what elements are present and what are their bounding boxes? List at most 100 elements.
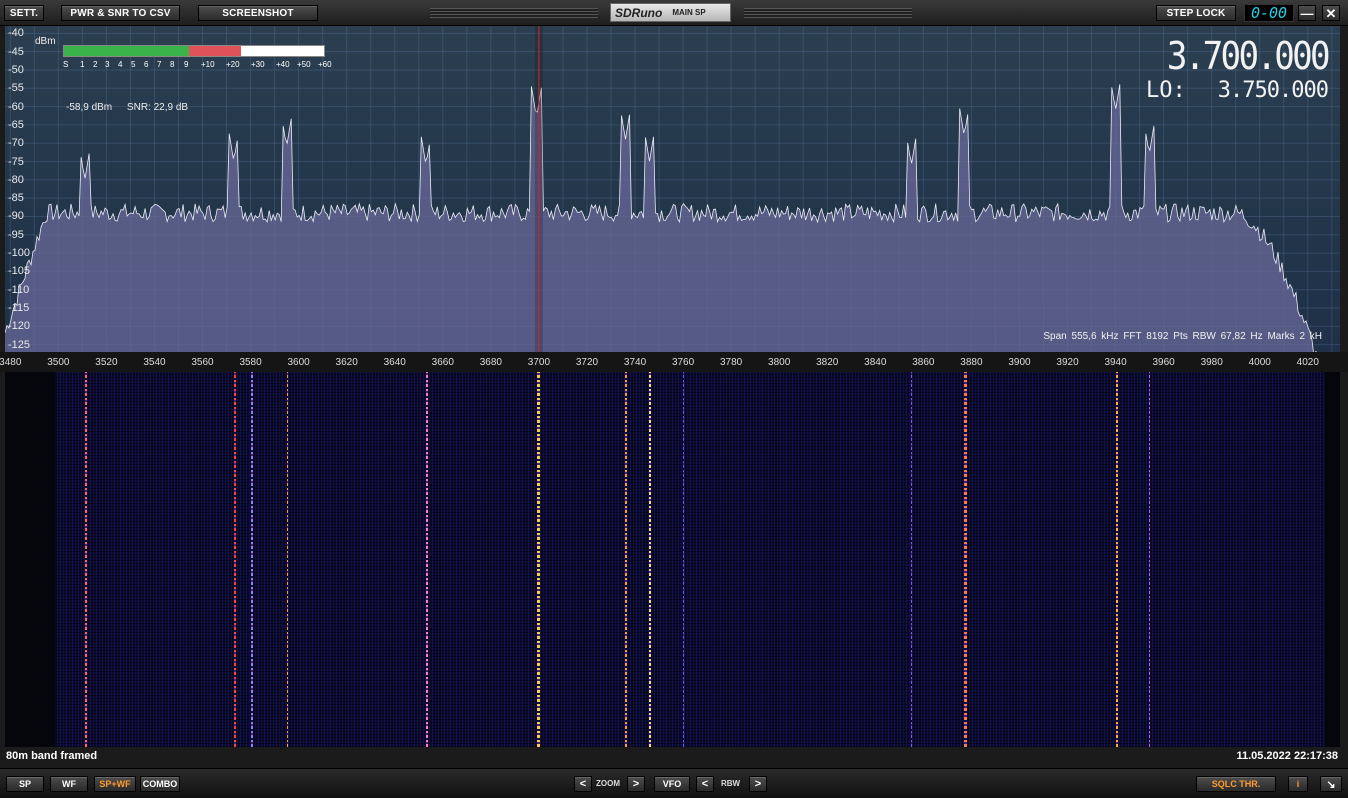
rbw-info: RBW 67,82 Hz [1192,331,1263,342]
waterfall-caption: 80m band framed [6,750,98,762]
db-tick-label: -60 [8,100,24,113]
lo-frequency[interactable]: 3.750.000 [1218,78,1329,103]
s-meter-scale-label: +10 [201,60,215,69]
waterfall-rows [55,372,1325,747]
waterfall-signal-trace [250,372,253,747]
squelch-threshold-button[interactable]: SQLC THR. [1196,776,1276,792]
sp-mode-button[interactable]: SP [6,776,44,792]
freq-tick-label: 3860 [912,357,935,368]
db-tick-label: -70 [8,137,24,150]
info-icon[interactable]: i [1288,776,1308,792]
span-info: Span 555,6 kHz [1043,331,1119,342]
s-meter-scale-label: 4 [118,60,123,69]
s-meter-scale-label: +60 [318,60,332,69]
s-meter-scale-label: 8 [170,60,175,69]
waterfall-panel[interactable] [5,372,1340,747]
spectrum-info: Span 555,6 kHz FFT 8192 Pts RBW 67,82 Hz… [1043,331,1322,342]
spectrum-plot[interactable] [5,26,1340,352]
db-tick-label: -105 [8,265,31,278]
freq-tick-label: 3740 [623,357,647,368]
db-tick-label: -100 [8,247,31,260]
s-meter-scale: S 1 2 3 4 5 6 7 8 9 +10 +20 +30 +40 +50 +60 [63,60,333,70]
db-tick-label: -65 [8,118,24,131]
freq-tick-label: 3800 [768,357,791,368]
step-lock-button[interactable]: STEP LOCK [1156,5,1236,21]
freq-tick-label: 3500 [47,357,70,368]
freq-tick-label: 3900 [1008,357,1031,368]
waterfall-signal-trace [964,372,968,747]
waterfall-timestamp: 11.05.2022 22:17:38 [1236,750,1338,762]
waterfall-signal-trace [1149,372,1151,747]
s-meter-scale-label: +30 [251,60,265,69]
title-grip-right[interactable] [744,8,912,18]
waterfall-signal-trace [683,372,685,747]
wf-mode-button[interactable]: WF [50,776,88,792]
db-unit-label: dBm [35,36,56,47]
freq-tick-label: 3620 [335,357,358,368]
db-tick-label: -125 [8,338,31,351]
db-tick-label: -90 [8,210,24,223]
freq-tick-label: 3720 [575,357,599,368]
zoom-out-button[interactable]: < [574,776,592,792]
waterfall-signal-trace [286,372,288,747]
rbw-label: RBW [721,779,741,788]
minimize-icon[interactable]: — [1298,5,1316,21]
sp-wf-mode-button[interactable]: SP+WF [94,776,136,792]
combo-mode-button[interactable]: COMBO [140,776,180,792]
freq-tick-label: 4000 [1248,357,1271,368]
vfo-frequency[interactable]: 3.700.000 [1167,34,1331,78]
zoom-label: ZOOM [596,779,620,788]
fft-info: FFT 8192 Pts [1123,331,1188,342]
s-meter-green-bar [64,46,189,56]
title-grip-left[interactable] [430,8,598,18]
rbw-up-button[interactable]: > [749,776,767,792]
db-axis: -40 -45 -50 -55 -60 -65 -70 -75 -80 -85 -90 -95 -100… [0,26,40,352]
db-tick-label: -55 [8,82,24,95]
db-tick-label: -40 [8,27,24,40]
vfo-button[interactable]: VFO [654,776,690,792]
db-tick-label: -115 [8,302,30,315]
freq-tick-label: 3980 [1200,357,1223,368]
db-tick-label: -75 [8,155,24,168]
time-display: 0-00 [1244,4,1294,22]
s-meter-scale-label: +20 [226,60,240,69]
waterfall-signal-trace [911,372,913,747]
s-meter-scale-label: 5 [131,60,136,69]
waterfall-signal-trace [649,372,652,747]
waterfall-signal-trace [233,372,236,747]
power-value: -58,9 dBm [66,102,113,113]
close-icon[interactable]: ✕ [1322,5,1340,21]
app-name: SDRuno [615,5,663,20]
screenshot-button[interactable]: SCREENSHOT [198,5,318,21]
s-meter-scale-label: +40 [276,60,290,69]
waterfall-signal-trace [1115,372,1118,747]
s-meter-scale-label: 7 [157,60,162,69]
freq-tick-label: 3660 [431,357,454,368]
power-readout: -58,9 dBm SNR: 22,9 dB [66,102,200,113]
pwr-snr-csv-button[interactable]: PWR & SNR TO CSV [61,5,180,21]
freq-tick-label: 3600 [287,357,310,368]
freq-tick-label: 3480 [0,357,22,368]
freq-tick-label: 3940 [1104,357,1127,368]
bottom-toolbar: SP WF SP+WF COMBO < ZOOM > VFO < RBW > S… [0,768,1348,798]
snr-value: SNR: 22,9 dB [126,102,189,113]
s-meter-scale-label: S [63,60,69,69]
freq-tick-label: 3760 [671,357,695,368]
frequency-axis: 3480 3500 3520 3540 3560 3580 3600 3620 3640 3660… [0,352,1348,372]
freq-tick-label: 3880 [960,357,983,368]
settings-button[interactable]: SETT. [4,5,44,21]
freq-tick-label: 3840 [864,357,887,368]
freq-tick-label: 3540 [143,357,166,368]
freq-tick-label: 3520 [95,357,118,368]
freq-tick-label: 3580 [239,357,262,368]
db-tick-label: -85 [8,192,24,205]
zoom-in-button[interactable]: > [627,776,645,792]
freq-tick-label: 3680 [479,357,502,368]
freq-tick-label: 3560 [191,357,214,368]
rbw-down-button[interactable]: < [696,776,714,792]
resize-icon[interactable]: ↘ [1320,776,1342,792]
spectrum-panel[interactable] [5,26,1340,352]
db-tick-label: -50 [8,63,24,76]
freq-tick-label: 3640 [383,357,406,368]
marks-info: Marks 2 kH [1267,331,1322,342]
